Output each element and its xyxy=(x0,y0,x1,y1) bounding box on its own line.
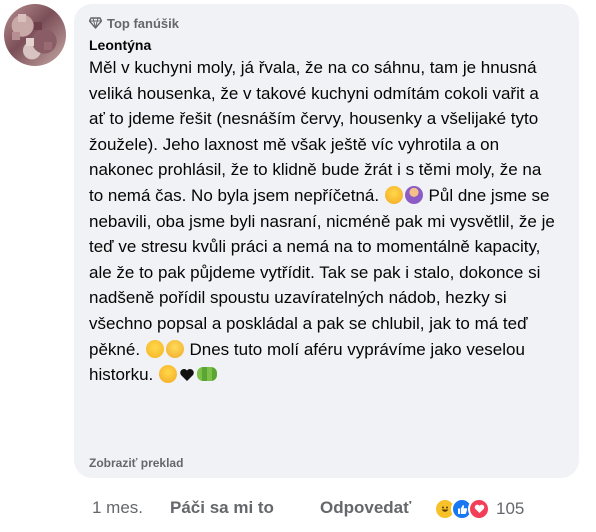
rolling-on-floor-laughing-icon xyxy=(384,185,403,204)
grinning-face-icon xyxy=(145,339,164,358)
bug-icon xyxy=(196,367,217,382)
diamond-icon xyxy=(89,17,102,29)
reply-button[interactable]: Odpovedať xyxy=(320,498,440,518)
comment-text-part2: Půl dne jsme se nebavili, oba jsme byli … xyxy=(89,185,555,359)
timestamp[interactable]: 1 mes. xyxy=(92,498,170,518)
reaction-count: 105 xyxy=(496,499,525,518)
badge-label: Top fanúšik xyxy=(107,15,179,31)
pensive-face-icon xyxy=(165,339,184,358)
top-fan-badge: Top fanúšik xyxy=(89,15,565,31)
comment-text-part1: Měl v kuchyni moly, já řvala, že na co s… xyxy=(89,58,542,205)
comment-bubble: Top fanúšik Leontýna Měl v kuchyni moly,… xyxy=(74,4,579,478)
black-heart-icon xyxy=(179,365,195,383)
love-reaction-icon xyxy=(468,498,490,520)
reaction-summary[interactable]: 105 xyxy=(434,498,524,520)
avatar[interactable] xyxy=(4,4,66,66)
person-facepalming-icon xyxy=(404,185,423,204)
comment-actions: 1 mes. Páči sa mi to Odpovedať xyxy=(92,497,440,519)
see-translation-link[interactable]: Zobraziť preklad xyxy=(89,456,183,470)
smiling-face-icon xyxy=(158,365,177,384)
author-name[interactable]: Leontýna xyxy=(89,36,565,54)
comment-text: Měl v kuchyni moly, já řvala, že na co s… xyxy=(89,55,559,388)
like-button[interactable]: Páči sa mi to xyxy=(170,498,320,518)
